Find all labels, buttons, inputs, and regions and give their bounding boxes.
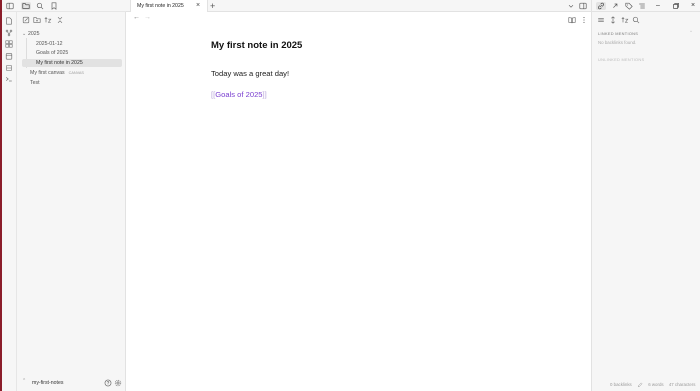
file-item[interactable]: Goals of 2025 bbox=[22, 49, 122, 57]
outline-icon[interactable] bbox=[638, 2, 646, 10]
close-icon[interactable]: × bbox=[689, 2, 697, 10]
bookmark-icon[interactable] bbox=[50, 2, 58, 10]
vault-switcher[interactable]: my-first-notes bbox=[22, 380, 63, 386]
minimize-icon[interactable]: – bbox=[654, 2, 662, 10]
note-body-line[interactable]: Today was a great day! bbox=[211, 69, 289, 78]
tags-icon[interactable] bbox=[625, 2, 633, 10]
linked-mentions-empty: No backlinks found. bbox=[598, 40, 637, 45]
more-options-icon[interactable] bbox=[580, 16, 588, 24]
new-note-icon[interactable] bbox=[22, 16, 30, 24]
new-folder-icon[interactable] bbox=[33, 16, 41, 24]
internal-link[interactable]: [[Goals of 2025]] bbox=[211, 90, 267, 99]
canvas-badge: CANVAS bbox=[68, 71, 84, 75]
backlinks-icon[interactable] bbox=[596, 2, 606, 10]
restore-icon[interactable] bbox=[672, 2, 680, 10]
back-arrow-icon[interactable]: ← bbox=[133, 14, 140, 21]
file-item[interactable]: Test bbox=[22, 79, 122, 87]
graph-icon[interactable] bbox=[5, 29, 13, 37]
status-bar: 0 backlinks 6 words 47 characters bbox=[610, 382, 699, 388]
search-icon[interactable] bbox=[36, 2, 44, 10]
sidebar-toggle-icon[interactable] bbox=[6, 2, 14, 10]
search-icon[interactable] bbox=[632, 16, 640, 24]
sort-icon[interactable] bbox=[44, 16, 52, 24]
forward-arrow-icon[interactable]: → bbox=[144, 14, 151, 21]
new-tab-icon[interactable]: + bbox=[210, 0, 215, 12]
collapse-icon[interactable]: ᐩ bbox=[690, 30, 692, 36]
close-tab-icon[interactable]: × bbox=[196, 2, 200, 9]
backlinks-pane bbox=[591, 12, 700, 391]
file-item-canvas[interactable]: My first canvas CANVAS bbox=[22, 69, 122, 77]
list-icon[interactable] bbox=[597, 16, 605, 24]
status-words: 6 words bbox=[648, 382, 664, 388]
link-text: Goals of 2025 bbox=[215, 90, 263, 99]
unlinked-mentions-heading[interactable]: UNLINKED MENTIONS bbox=[598, 57, 644, 62]
calendar-icon[interactable] bbox=[5, 52, 13, 60]
note-title[interactable]: My first note in 2025 bbox=[211, 40, 302, 51]
collapse-all-icon[interactable] bbox=[56, 16, 64, 24]
folder-2025[interactable]: ⌄ 2025 bbox=[22, 30, 122, 38]
top-left-toolbar bbox=[2, 0, 126, 12]
help-icon[interactable] bbox=[104, 379, 112, 387]
link-close-brackets: ]] bbox=[262, 90, 267, 99]
sort-icon[interactable] bbox=[621, 16, 629, 24]
canvas-icon[interactable] bbox=[5, 40, 13, 48]
linked-mentions-heading[interactable]: LINKED MENTIONS bbox=[598, 31, 638, 36]
tab-list-chevron-icon[interactable] bbox=[567, 2, 575, 10]
status-backlinks[interactable]: 0 backlinks bbox=[610, 382, 632, 387]
terminal-icon[interactable] bbox=[5, 75, 13, 83]
status-characters: 47 characters bbox=[668, 382, 696, 388]
file-plus-icon[interactable] bbox=[5, 17, 13, 25]
right-sidebar-toggle-icon[interactable] bbox=[579, 2, 587, 10]
file-item[interactable]: 2025-01-12 bbox=[22, 40, 122, 48]
file-item-active[interactable]: My first note in 2025 bbox=[22, 59, 122, 67]
ribbon bbox=[2, 12, 17, 391]
edit-mode-icon[interactable] bbox=[637, 382, 643, 388]
right-toolbar: – × bbox=[591, 0, 700, 12]
files-icon[interactable] bbox=[21, 2, 31, 10]
template-icon[interactable] bbox=[5, 64, 13, 72]
outgoing-links-icon[interactable] bbox=[611, 2, 619, 10]
gear-icon[interactable] bbox=[114, 379, 122, 387]
expand-icon[interactable] bbox=[609, 16, 617, 24]
reading-mode-icon[interactable] bbox=[568, 16, 576, 24]
